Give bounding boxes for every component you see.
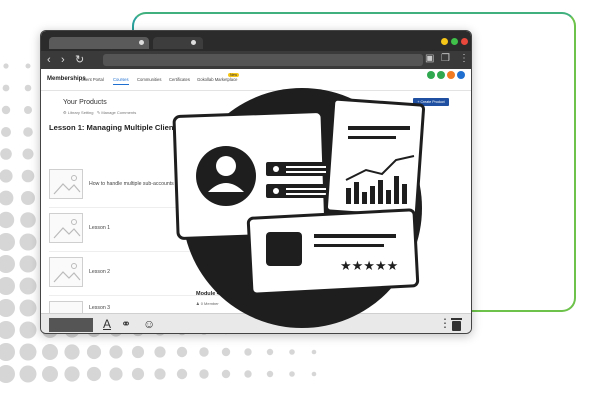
nav-item-courses[interactable]: Courses xyxy=(113,77,129,85)
svg-text:★★★★★: ★★★★★ xyxy=(340,259,398,274)
user-icon xyxy=(216,156,236,176)
reload-icon[interactable]: ↻ xyxy=(75,53,84,67)
avatar[interactable] xyxy=(457,71,465,79)
close-button[interactable] xyxy=(461,38,468,45)
brand-label: Memberships xyxy=(47,76,86,82)
page-title: Your Products xyxy=(63,99,107,106)
url-input[interactable] xyxy=(103,54,423,66)
location-icon xyxy=(273,166,279,172)
lesson-label: Lesson 3 xyxy=(89,305,111,311)
menu-icon[interactable]: ⋮ xyxy=(459,53,469,64)
text-format-icon[interactable]: A xyxy=(103,317,111,331)
tab-close-icon[interactable] xyxy=(191,40,196,45)
chart-card xyxy=(324,97,426,219)
tab-close-icon[interactable] xyxy=(139,40,144,45)
library-setting-link[interactable]: ⚙ Library Setting xyxy=(63,110,94,115)
chat-icon[interactable] xyxy=(437,71,445,79)
lesson-label: Lesson 1 xyxy=(89,225,111,231)
phone-icon[interactable] xyxy=(427,71,435,79)
image-placeholder-icon xyxy=(49,169,83,199)
copy-icon[interactable]: ❐ xyxy=(441,53,450,64)
star-icon: ★★★★★ xyxy=(340,259,398,274)
manage-comments-link[interactable]: ✎ Manage Comments xyxy=(97,110,136,115)
notification-icon[interactable] xyxy=(447,71,455,79)
back-icon[interactable]: ‹ xyxy=(47,53,51,67)
product-sub-links: ⚙ Library Setting ✎ Manage Comments xyxy=(63,110,136,115)
emoji-icon[interactable]: ☺ xyxy=(143,317,155,331)
address-bar: ‹ › ↻ ▣ ❐ ⋮ xyxy=(41,51,471,69)
nav-item-certificates[interactable]: Certificates xyxy=(169,77,190,82)
color-swatch-button[interactable] xyxy=(49,318,93,332)
nav-item-marketplace[interactable]: Gokollab Marketplace xyxy=(197,77,238,82)
forward-icon[interactable]: › xyxy=(61,53,65,67)
lesson-label: Lesson 2 xyxy=(89,269,111,275)
trash-icon[interactable] xyxy=(451,317,462,331)
image-placeholder-icon xyxy=(49,257,83,287)
tab-bar xyxy=(41,31,471,51)
browser-tab[interactable] xyxy=(49,37,149,49)
image-placeholder-icon xyxy=(49,213,83,243)
link-icon[interactable]: ⚭ xyxy=(121,317,131,331)
maximize-button[interactable] xyxy=(451,38,458,45)
minimize-button[interactable] xyxy=(441,38,448,45)
lesson-label: How to handle multiple sub-accounts eff xyxy=(89,181,181,187)
hero-illustration: ★★★★★ xyxy=(172,88,426,328)
image-placeholder-icon xyxy=(49,301,83,313)
phone-icon xyxy=(273,188,279,194)
review-card: ★★★★★ xyxy=(246,208,420,296)
nav-item-client-portal[interactable]: Client Portal xyxy=(81,77,104,82)
lock-icon[interactable]: ▣ xyxy=(425,53,434,64)
new-badge: New xyxy=(228,73,240,77)
nav-item-communities[interactable]: Communities xyxy=(137,77,161,82)
